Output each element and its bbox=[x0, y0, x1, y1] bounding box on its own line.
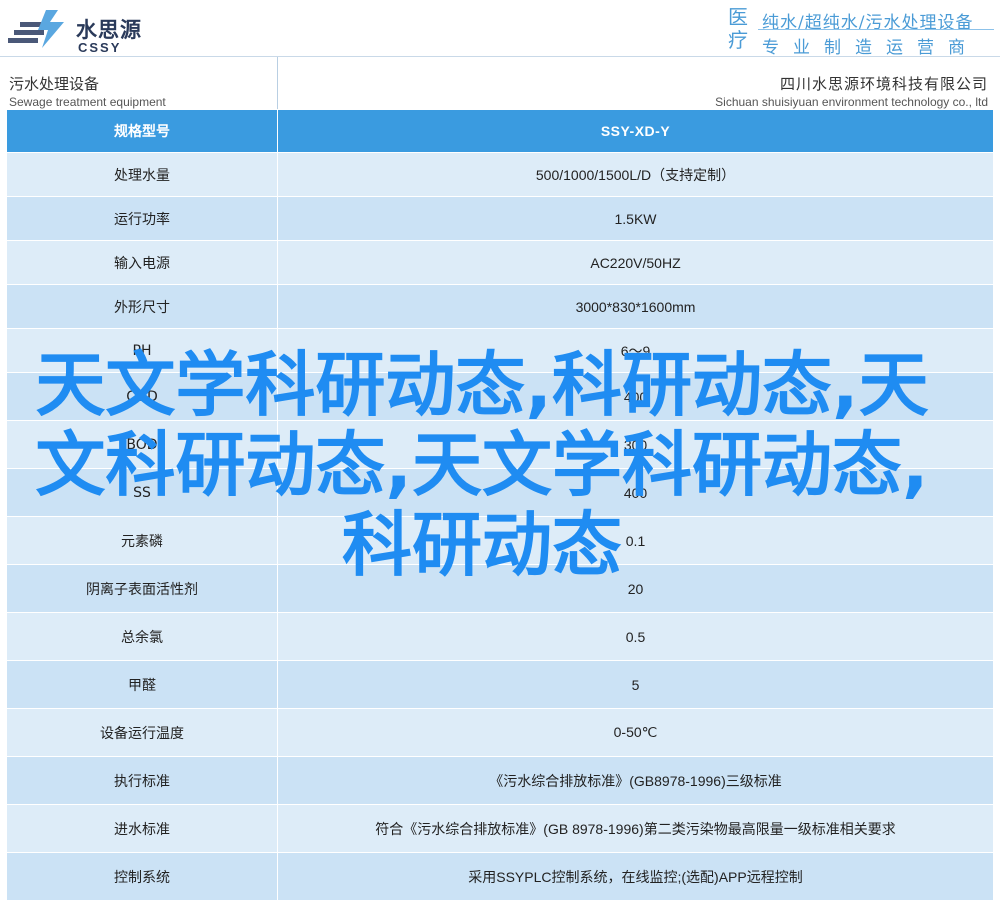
table-row: PH 6～9 bbox=[6, 328, 994, 373]
row-label: PH bbox=[6, 328, 278, 373]
company-logo: 水思源 CSSY bbox=[8, 6, 148, 55]
row-value: 0-50℃ bbox=[277, 708, 994, 757]
row-value: 1.5KW bbox=[277, 196, 994, 241]
water-drop-logo-icon bbox=[8, 10, 64, 48]
table-header-row: 规格型号 SSY-XD-Y bbox=[6, 109, 994, 153]
table-row: COD 400 bbox=[6, 372, 994, 421]
product-name-en: Sewage treatment equipment bbox=[9, 95, 166, 109]
tagline-side: 医 疗 bbox=[728, 5, 748, 52]
row-label: 控制系统 bbox=[6, 852, 278, 901]
heading-divider bbox=[277, 57, 278, 110]
row-label: 阴离子表面活性剂 bbox=[6, 564, 278, 613]
table-row: 阴离子表面活性剂 20 bbox=[6, 564, 994, 613]
table-row: 控制系统 采用SSYPLC控制系统，在线监控;(选配)APP远程控制 bbox=[6, 852, 994, 901]
row-label: 运行功率 bbox=[6, 196, 278, 241]
row-value: 3000*830*1600mm bbox=[277, 284, 994, 329]
header-label: 规格型号 bbox=[6, 109, 278, 153]
row-value: 6～9 bbox=[277, 328, 994, 373]
row-label: 处理水量 bbox=[6, 152, 278, 197]
tagline-line-2: 专业制造运营商 bbox=[762, 38, 979, 58]
row-value: 符合《污水综合排放标准》(GB 8978-1996)第二类污染物最高限量一级标准… bbox=[277, 804, 994, 853]
table-row: 进水标准 符合《污水综合排放标准》(GB 8978-1996)第二类污染物最高限… bbox=[6, 804, 994, 853]
row-label: 元素磷 bbox=[6, 516, 278, 565]
table-row: 甲醛 5 bbox=[6, 660, 994, 709]
row-label: 设备运行温度 bbox=[6, 708, 278, 757]
table-row: BOD 300 bbox=[6, 420, 994, 469]
company-name-cn: 四川水思源环境科技有限公司 bbox=[779, 75, 988, 93]
logo-name-en: CSSY bbox=[78, 40, 122, 55]
table-row: 输入电源 AC220V/50HZ bbox=[6, 240, 994, 285]
tagline-divider bbox=[758, 29, 994, 30]
row-value: AC220V/50HZ bbox=[277, 240, 994, 285]
table-row: 元素磷 0.1 bbox=[6, 516, 994, 565]
tagline: 医 疗 纯水/超纯水/污水处理设备 专业制造运营商 bbox=[724, 4, 996, 58]
row-label: 输入电源 bbox=[6, 240, 278, 285]
table-row: 处理水量 500/1000/1500L/D（支持定制） bbox=[6, 152, 994, 197]
row-label: BOD bbox=[6, 420, 278, 469]
row-value: 400 bbox=[277, 372, 994, 421]
row-value: 400 bbox=[277, 468, 994, 517]
row-label: COD bbox=[6, 372, 278, 421]
row-label: SS bbox=[6, 468, 278, 517]
table-row: 总余氯 0.5 bbox=[6, 612, 994, 661]
row-value: 采用SSYPLC控制系统，在线监控;(选配)APP远程控制 bbox=[277, 852, 994, 901]
product-name-cn: 污水处理设备 bbox=[9, 75, 100, 93]
row-value: 5 bbox=[277, 660, 994, 709]
table-row: SS 400 bbox=[6, 468, 994, 517]
table-row: 外形尺寸 3000*830*1600mm bbox=[6, 284, 994, 329]
table-row: 设备运行温度 0-50℃ bbox=[6, 708, 994, 757]
row-value: 《污水综合排放标准》(GB8978-1996)三级标准 bbox=[277, 756, 994, 805]
row-label: 执行标准 bbox=[6, 756, 278, 805]
row-label: 外形尺寸 bbox=[6, 284, 278, 329]
row-value: 300 bbox=[277, 420, 994, 469]
table-row: 执行标准 《污水综合排放标准》(GB8978-1996)三级标准 bbox=[6, 756, 994, 805]
row-value: 0.5 bbox=[277, 612, 994, 661]
spec-table: 规格型号 SSY-XD-Y 处理水量 500/1000/1500L/D（支持定制… bbox=[6, 109, 994, 901]
table-row: 运行功率 1.5KW bbox=[6, 196, 994, 241]
row-value: 0.1 bbox=[277, 516, 994, 565]
row-label: 进水标准 bbox=[6, 804, 278, 853]
row-label: 甲醛 bbox=[6, 660, 278, 709]
row-value: 500/1000/1500L/D（支持定制） bbox=[277, 152, 994, 197]
brand-bar: 水思源 CSSY 医 疗 纯水/超纯水/污水处理设备 专业制造运营商 bbox=[0, 0, 1000, 58]
product-heading: 污水处理设备 Sewage treatment equipment 四川水思源环… bbox=[0, 56, 1000, 110]
header-value: SSY-XD-Y bbox=[277, 109, 994, 153]
row-value: 20 bbox=[277, 564, 994, 613]
row-label: 总余氯 bbox=[6, 612, 278, 661]
company-name-en: Sichuan shuisiyuan environment technolog… bbox=[715, 95, 988, 109]
